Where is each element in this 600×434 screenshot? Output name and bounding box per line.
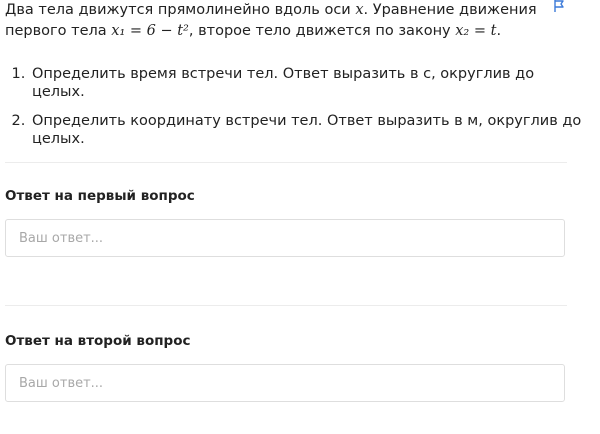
task-item-1: Определить время встречи тел. Ответ выра… [30,65,590,101]
axis-variable: x [355,2,364,18]
answer-input-1[interactable] [5,219,565,257]
question-label-1: Ответ на первый вопрос [5,188,195,204]
problem-text-3: , второе тело движется по закону [188,23,456,39]
divider [5,305,567,306]
task-list: Определить время встречи тел. Ответ выра… [0,65,590,159]
problem-statement: Два тела движутся прямолинейно вдоль оси… [5,0,565,42]
divider [5,162,567,163]
equation-first-body: x₁ = 6 − t² [111,23,189,39]
task-page: Два тела движутся прямолинейно вдоль оси… [0,0,600,434]
task-item-2: Определить координату встречи тел. Ответ… [30,112,590,148]
flag-icon[interactable] [552,0,568,12]
equation-second-body: x₂ = t [455,23,497,39]
answer-input-2[interactable] [5,364,565,402]
problem-text-1: Два тела движутся прямолинейно вдоль оси [5,2,356,18]
question-label-2: Ответ на второй вопрос [5,333,191,349]
problem-text-4: . [496,23,502,39]
